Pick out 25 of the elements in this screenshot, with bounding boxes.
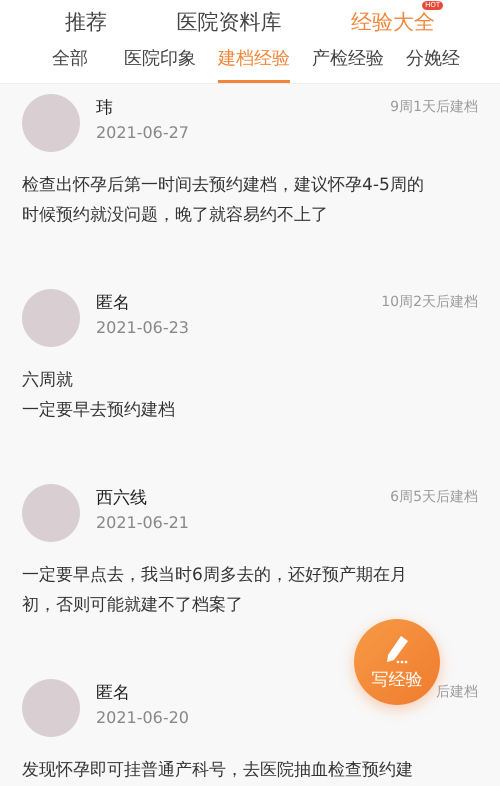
- user-name: 玮: [96, 97, 114, 119]
- post-text: 检查出怀孕后第一时间去预约建档，建议怀孕4-5周的: [22, 174, 425, 197]
- post-date: 2021-06-21: [96, 513, 190, 532]
- week-tag: 9周1天后建档: [390, 94, 478, 116]
- post-date: 2021-06-20: [96, 708, 190, 727]
- user-name: 匿名: [96, 292, 131, 314]
- top-tab[interactable]: 推荐: [60, 6, 111, 38]
- post-text: 时候预约就没问题，晚了就容易约不上了: [22, 204, 329, 227]
- user-name: 西六线: [96, 487, 148, 509]
- post-text: 发现怀孕即可挂普通产科号，去医院抽血检查预约建: [22, 759, 414, 782]
- category-tab[interactable]: 产检经验: [312, 46, 384, 83]
- post-text: 初，否则可能就建不了档案了: [22, 594, 244, 617]
- category-tab[interactable]: 全部: [52, 46, 88, 83]
- post-text: 一定要早点去，我当时6周多去的，还好预产期在月: [22, 564, 408, 587]
- week-tag: 10周2天后建档: [381, 289, 478, 311]
- top-tab[interactable]: 医院资料库: [172, 6, 286, 38]
- pencil-icon: [384, 634, 410, 664]
- category-tab[interactable]: 医院印象: [124, 46, 196, 83]
- post-date: 2021-06-27: [96, 123, 190, 142]
- week-tag: 6周5天后建档: [390, 484, 478, 506]
- post-text: 一定要早去预约建档: [22, 399, 176, 422]
- post-date: 2021-06-23: [96, 318, 190, 337]
- post-text: 六周就: [22, 369, 74, 392]
- category-tab[interactable]: 分娩经: [406, 46, 460, 83]
- user-name: 匿名: [96, 682, 131, 704]
